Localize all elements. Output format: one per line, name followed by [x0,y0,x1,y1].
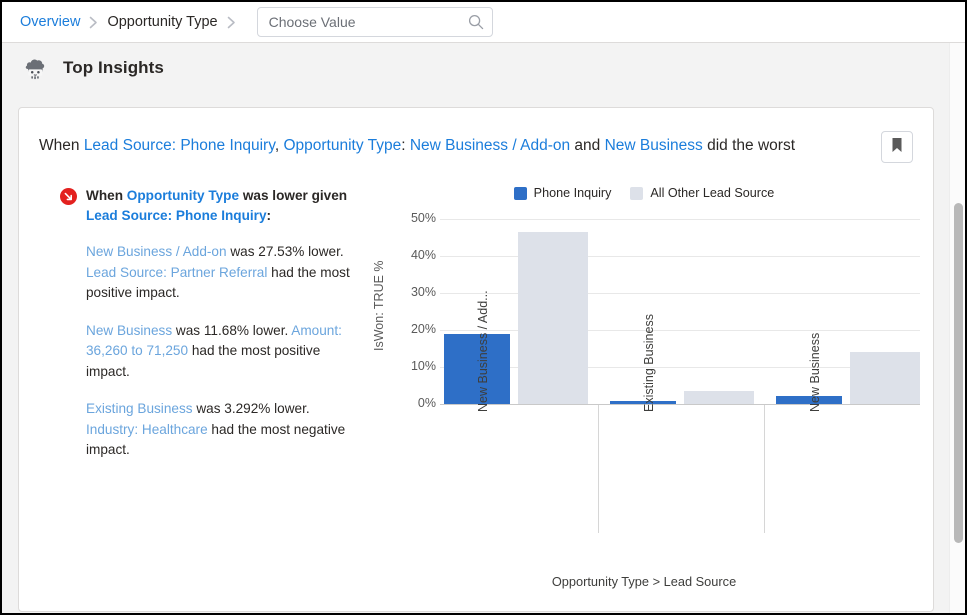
y-tick-label-0: 0% [390,396,436,410]
legend-item-all-other-lead-source[interactable]: All Other Lead Source [630,186,774,200]
chevron-right-icon-2 [227,16,236,29]
insight-paragraph-2: New Business was 11.68% lower. Amount: 3… [86,321,350,383]
x-category-label-new-business-addon: New Business / Add... [476,290,490,412]
y-tick-label-20: 20% [390,322,436,336]
bookmark-button[interactable] [881,131,913,163]
insight-heading-part3: : [267,208,272,223]
legend-label-phone-inquiry: Phone Inquiry [534,186,612,200]
chart-plot-area: 50% 40% 30% 20% 10% 0% [440,219,920,404]
insight-p2-link-1[interactable]: New Business [86,323,172,338]
group-separator-1 [598,405,599,533]
breadcrumb: Overview Opportunity Type [2,2,965,43]
gridline-30 [440,293,920,294]
insight-card: When Lead Source: Phone Inquiry, Opportu… [18,107,934,612]
insight-p1-link-1[interactable]: New Business / Add-on [86,244,227,259]
y-tick-label-50: 50% [390,211,436,225]
gridline-0 [440,404,920,405]
headline-suffix: did the worst [703,137,795,154]
breadcrumb-item-overview[interactable]: Overview [20,14,80,30]
chart-legend: Phone Inquiry All Other Lead Source [364,186,924,200]
insight-heading-part2: was lower given [239,188,347,203]
insight-paragraph-1: New Business / Add-on was 27.53% lower. … [86,242,350,304]
arrow-down-negative-icon [60,188,77,205]
insight-heading: When Opportunity Type was lower given Le… [86,186,350,225]
chevron-right-icon [89,16,98,29]
insight-p1-link-2[interactable]: Lead Source: Partner Referral [86,265,267,280]
bar-all-other-existing-business[interactable] [684,391,754,404]
y-tick-label-10: 10% [390,359,436,373]
group-separator-2 [764,405,765,533]
gridline-50 [440,219,920,220]
bar-all-other-new-business-addon[interactable] [518,232,588,404]
x-category-label-existing-business: Existing Business [642,314,656,412]
headline-link-opportunity-type[interactable]: Opportunity Type [283,137,401,154]
choose-value-field[interactable] [257,7,493,37]
insight-paragraph-3: Existing Business was 3.292% lower. Indu… [86,399,350,461]
headline-link-new-business-addon[interactable]: New Business / Add-on [410,137,570,154]
scrollbar-thumb[interactable] [954,203,963,543]
insight-bar-chart: Phone Inquiry All Other Lead Source IsWo… [364,186,924,606]
insight-p1-text-1: was 27.53% lower. [227,244,344,259]
bookmark-icon [891,137,903,158]
page-title: Top Insights [63,58,164,78]
choose-value-input[interactable] [269,14,468,30]
y-axis-title: IsWon: TRUE % [372,260,386,351]
insight-heading-row: When Opportunity Type was lower given Le… [60,186,350,225]
headline-link-new-business[interactable]: New Business [605,137,703,154]
insight-p2-text-1: was 11.68% lower. [172,323,291,338]
top-insights-header: Top Insights [2,43,965,93]
insight-p3-link-2[interactable]: Industry: Healthcare [86,422,208,437]
legend-label-all-other-lead-source: All Other Lead Source [650,186,774,200]
insight-heading-link-opportunity-type[interactable]: Opportunity Type [127,188,239,203]
x-axis-title: Opportunity Type > Lead Source [364,574,924,589]
headline-mid-2: : [401,137,410,154]
bar-all-other-new-business[interactable] [850,352,920,404]
x-category-label-new-business: New Business [808,333,822,412]
headline-row: When Lead Source: Phone Inquiry, Opportu… [19,108,933,163]
search-icon [468,14,484,30]
gridline-40 [440,256,920,257]
gridline-10 [440,367,920,368]
insight-heading-part1: When [86,188,127,203]
y-tick-label-40: 40% [390,248,436,262]
headline-link-lead-source[interactable]: Lead Source: Phone Inquiry [84,137,275,154]
y-tick-label-30: 30% [390,285,436,299]
vertical-scrollbar[interactable] [949,43,965,613]
insight-detail-page: Overview Opportunity Type [0,0,967,615]
headline-mid-3: and [570,137,604,154]
insight-p3-text-1: was 3.292% lower. [193,401,310,416]
breadcrumb-item-opportunity-type[interactable]: Opportunity Type [107,14,217,30]
gridline-20 [440,330,920,331]
insight-heading-link-lead-source[interactable]: Lead Source: Phone Inquiry [86,208,267,223]
insight-headline: When Lead Source: Phone Inquiry, Opportu… [39,125,881,157]
legend-item-phone-inquiry[interactable]: Phone Inquiry [514,186,612,200]
legend-swatch-phone-inquiry [514,187,527,200]
headline-prefix: When [39,137,84,154]
legend-swatch-all-other-lead-source [630,187,643,200]
einstein-icon [20,53,50,83]
insights-body: When Lead Source: Phone Inquiry, Opportu… [2,93,965,613]
insight-p3-link-1[interactable]: Existing Business [86,401,193,416]
insight-text-column: When Opportunity Type was lower given Le… [60,186,350,461]
